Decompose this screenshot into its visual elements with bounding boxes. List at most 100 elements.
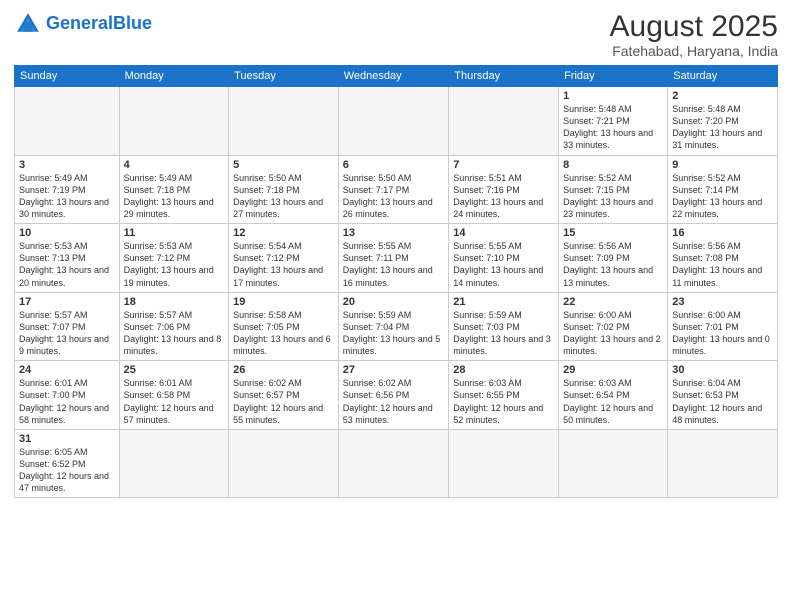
col-saturday: Saturday xyxy=(668,66,778,87)
table-row: 15Sunrise: 5:56 AM Sunset: 7:09 PM Dayli… xyxy=(559,224,668,293)
calendar-week-row: 3Sunrise: 5:49 AM Sunset: 7:19 PM Daylig… xyxy=(15,155,778,224)
table-row: 16Sunrise: 5:56 AM Sunset: 7:08 PM Dayli… xyxy=(668,224,778,293)
day-info: Sunrise: 5:56 AM Sunset: 7:09 PM Dayligh… xyxy=(563,240,663,289)
day-info: Sunrise: 5:58 AM Sunset: 7:05 PM Dayligh… xyxy=(233,309,334,358)
day-number: 6 xyxy=(343,159,445,171)
header: GeneralBlue August 2025 Fatehabad, Harya… xyxy=(14,10,778,59)
day-number: 14 xyxy=(453,227,554,239)
day-number: 24 xyxy=(19,364,115,376)
day-info: Sunrise: 6:02 AM Sunset: 6:56 PM Dayligh… xyxy=(343,377,445,426)
day-info: Sunrise: 5:52 AM Sunset: 7:14 PM Dayligh… xyxy=(672,172,773,221)
location-title: Fatehabad, Haryana, India xyxy=(610,43,778,59)
table-row xyxy=(119,87,228,156)
table-row: 28Sunrise: 6:03 AM Sunset: 6:55 PM Dayli… xyxy=(449,361,559,430)
calendar-header-row: Sunday Monday Tuesday Wednesday Thursday… xyxy=(15,66,778,87)
col-wednesday: Wednesday xyxy=(338,66,449,87)
day-number: 11 xyxy=(124,227,224,239)
table-row: 24Sunrise: 6:01 AM Sunset: 7:00 PM Dayli… xyxy=(15,361,120,430)
table-row: 25Sunrise: 6:01 AM Sunset: 6:58 PM Dayli… xyxy=(119,361,228,430)
table-row: 1Sunrise: 5:48 AM Sunset: 7:21 PM Daylig… xyxy=(559,87,668,156)
col-monday: Monday xyxy=(119,66,228,87)
col-friday: Friday xyxy=(559,66,668,87)
table-row: 12Sunrise: 5:54 AM Sunset: 7:12 PM Dayli… xyxy=(229,224,339,293)
table-row xyxy=(559,429,668,498)
day-number: 13 xyxy=(343,227,445,239)
day-info: Sunrise: 5:57 AM Sunset: 7:07 PM Dayligh… xyxy=(19,309,115,358)
day-number: 18 xyxy=(124,296,224,308)
table-row: 4Sunrise: 5:49 AM Sunset: 7:18 PM Daylig… xyxy=(119,155,228,224)
day-number: 30 xyxy=(672,364,773,376)
table-row xyxy=(229,429,339,498)
table-row xyxy=(449,429,559,498)
title-area: August 2025 Fatehabad, Haryana, India xyxy=(610,10,778,59)
day-number: 17 xyxy=(19,296,115,308)
day-number: 3 xyxy=(19,159,115,171)
table-row xyxy=(338,87,449,156)
table-row: 27Sunrise: 6:02 AM Sunset: 6:56 PM Dayli… xyxy=(338,361,449,430)
table-row: 19Sunrise: 5:58 AM Sunset: 7:05 PM Dayli… xyxy=(229,292,339,361)
table-row: 2Sunrise: 5:48 AM Sunset: 7:20 PM Daylig… xyxy=(668,87,778,156)
day-number: 19 xyxy=(233,296,334,308)
day-info: Sunrise: 5:56 AM Sunset: 7:08 PM Dayligh… xyxy=(672,240,773,289)
table-row xyxy=(668,429,778,498)
table-row: 7Sunrise: 5:51 AM Sunset: 7:16 PM Daylig… xyxy=(449,155,559,224)
day-number: 27 xyxy=(343,364,445,376)
day-number: 23 xyxy=(672,296,773,308)
table-row: 20Sunrise: 5:59 AM Sunset: 7:04 PM Dayli… xyxy=(338,292,449,361)
day-info: Sunrise: 5:52 AM Sunset: 7:15 PM Dayligh… xyxy=(563,172,663,221)
day-info: Sunrise: 5:54 AM Sunset: 7:12 PM Dayligh… xyxy=(233,240,334,289)
day-info: Sunrise: 5:49 AM Sunset: 7:19 PM Dayligh… xyxy=(19,172,115,221)
logo-text: GeneralBlue xyxy=(46,14,152,34)
day-info: Sunrise: 5:48 AM Sunset: 7:21 PM Dayligh… xyxy=(563,103,663,152)
day-number: 16 xyxy=(672,227,773,239)
day-info: Sunrise: 5:49 AM Sunset: 7:18 PM Dayligh… xyxy=(124,172,224,221)
table-row: 6Sunrise: 5:50 AM Sunset: 7:17 PM Daylig… xyxy=(338,155,449,224)
day-info: Sunrise: 6:03 AM Sunset: 6:55 PM Dayligh… xyxy=(453,377,554,426)
table-row xyxy=(229,87,339,156)
table-row: 8Sunrise: 5:52 AM Sunset: 7:15 PM Daylig… xyxy=(559,155,668,224)
calendar-week-row: 10Sunrise: 5:53 AM Sunset: 7:13 PM Dayli… xyxy=(15,224,778,293)
table-row: 18Sunrise: 5:57 AM Sunset: 7:06 PM Dayli… xyxy=(119,292,228,361)
day-number: 22 xyxy=(563,296,663,308)
calendar-week-row: 24Sunrise: 6:01 AM Sunset: 7:00 PM Dayli… xyxy=(15,361,778,430)
logo-blue: Blue xyxy=(113,13,152,33)
day-info: Sunrise: 6:04 AM Sunset: 6:53 PM Dayligh… xyxy=(672,377,773,426)
day-number: 25 xyxy=(124,364,224,376)
day-info: Sunrise: 6:00 AM Sunset: 7:01 PM Dayligh… xyxy=(672,309,773,358)
table-row: 3Sunrise: 5:49 AM Sunset: 7:19 PM Daylig… xyxy=(15,155,120,224)
day-number: 26 xyxy=(233,364,334,376)
table-row: 23Sunrise: 6:00 AM Sunset: 7:01 PM Dayli… xyxy=(668,292,778,361)
table-row: 13Sunrise: 5:55 AM Sunset: 7:11 PM Dayli… xyxy=(338,224,449,293)
table-row: 22Sunrise: 6:00 AM Sunset: 7:02 PM Dayli… xyxy=(559,292,668,361)
day-info: Sunrise: 5:53 AM Sunset: 7:12 PM Dayligh… xyxy=(124,240,224,289)
table-row: 26Sunrise: 6:02 AM Sunset: 6:57 PM Dayli… xyxy=(229,361,339,430)
day-info: Sunrise: 5:55 AM Sunset: 7:10 PM Dayligh… xyxy=(453,240,554,289)
day-number: 20 xyxy=(343,296,445,308)
table-row xyxy=(338,429,449,498)
day-info: Sunrise: 6:05 AM Sunset: 6:52 PM Dayligh… xyxy=(19,446,115,495)
calendar: Sunday Monday Tuesday Wednesday Thursday… xyxy=(14,65,778,498)
page: GeneralBlue August 2025 Fatehabad, Harya… xyxy=(0,0,792,612)
table-row xyxy=(15,87,120,156)
day-info: Sunrise: 6:01 AM Sunset: 6:58 PM Dayligh… xyxy=(124,377,224,426)
table-row xyxy=(119,429,228,498)
day-number: 10 xyxy=(19,227,115,239)
table-row: 14Sunrise: 5:55 AM Sunset: 7:10 PM Dayli… xyxy=(449,224,559,293)
table-row: 11Sunrise: 5:53 AM Sunset: 7:12 PM Dayli… xyxy=(119,224,228,293)
month-title: August 2025 xyxy=(610,10,778,43)
calendar-week-row: 1Sunrise: 5:48 AM Sunset: 7:21 PM Daylig… xyxy=(15,87,778,156)
table-row: 5Sunrise: 5:50 AM Sunset: 7:18 PM Daylig… xyxy=(229,155,339,224)
day-number: 7 xyxy=(453,159,554,171)
col-tuesday: Tuesday xyxy=(229,66,339,87)
day-info: Sunrise: 5:57 AM Sunset: 7:06 PM Dayligh… xyxy=(124,309,224,358)
day-number: 1 xyxy=(563,90,663,102)
day-number: 21 xyxy=(453,296,554,308)
logo-general: General xyxy=(46,13,113,33)
day-info: Sunrise: 5:50 AM Sunset: 7:17 PM Dayligh… xyxy=(343,172,445,221)
day-info: Sunrise: 5:48 AM Sunset: 7:20 PM Dayligh… xyxy=(672,103,773,152)
day-number: 2 xyxy=(672,90,773,102)
day-info: Sunrise: 6:03 AM Sunset: 6:54 PM Dayligh… xyxy=(563,377,663,426)
table-row: 29Sunrise: 6:03 AM Sunset: 6:54 PM Dayli… xyxy=(559,361,668,430)
day-info: Sunrise: 5:53 AM Sunset: 7:13 PM Dayligh… xyxy=(19,240,115,289)
table-row: 17Sunrise: 5:57 AM Sunset: 7:07 PM Dayli… xyxy=(15,292,120,361)
